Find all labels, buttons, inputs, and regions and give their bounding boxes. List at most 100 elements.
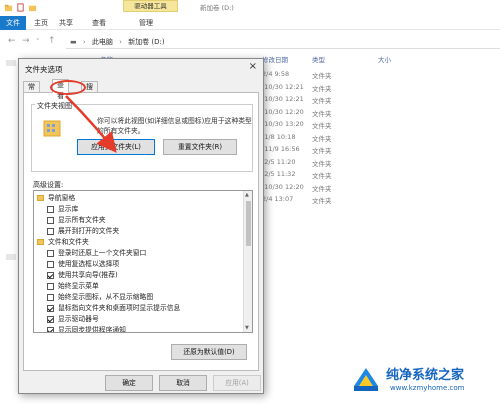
settings-option-label: 显示驱动器号 [58,315,99,323]
apply-button[interactable]: 应用(A) [213,375,261,391]
ribbon-tab-home[interactable]: 主页 [32,16,50,30]
column-type-header[interactable]: 类型 [312,54,325,66]
checkbox[interactable] [47,294,54,301]
file-row-type[interactable]: 文件夹 [312,145,332,155]
up-icon[interactable]: ↑ [48,36,56,46]
checkbox[interactable] [47,283,54,290]
address-input[interactable]: ▬ › 此电脑 › 新加卷 (D:) [66,35,500,49]
file-row-type[interactable]: 文件夹 [312,170,332,180]
file-row-date[interactable]: /2/5 11:32 [262,170,295,178]
settings-option-label: 鼠标指向文件夹和桌面项时显示提示信息 [58,304,181,312]
ribbon-tabs: 文件 主页 共享 查看 管理 [0,16,500,30]
file-row-type[interactable]: 文件夹 [312,108,332,118]
file-row-type[interactable]: 文件夹 [312,120,332,130]
forward-icon[interactable]: → [22,36,30,46]
watermark-title: 纯净系统之家 [386,368,465,383]
file-row-type[interactable]: 文件夹 [312,195,332,205]
settings-option-label: 导航窗格 [48,194,76,202]
file-row-type[interactable]: 文件夹 [312,158,332,168]
folder-view-description: 你可以将此视图(如详细信息或图标)应用于这种类型的所有文件夹。 [97,117,252,135]
scroll-up-icon[interactable]: ▲ [245,192,249,198]
folder-icon [4,4,13,12]
file-row-type[interactable]: 文件夹 [312,95,332,105]
folder-icon [37,195,44,201]
settings-option-label: 展开到打开的文件夹 [58,227,120,235]
checkbox[interactable] [47,228,54,235]
checkbox-checked[interactable] [47,316,54,323]
file-row-date[interactable]: 2/4 9:58 [262,70,289,78]
ok-button[interactable]: 确定 [105,375,153,391]
drive-icon: ▬ [70,38,77,46]
file-row-date[interactable]: /1/8 10:18 [262,133,295,141]
file-row-type[interactable]: 文件夹 [312,83,332,93]
file-row-date[interactable]: /11/9 16:56 [262,145,300,153]
file-row-date[interactable]: /2/5 11:20 [262,158,295,166]
breadcrumb-this-pc[interactable]: 此电脑 [92,38,113,46]
checkbox[interactable] [47,250,54,257]
file-row-date[interactable]: /10/30 12:21 [262,83,304,91]
ribbon-tab-manage[interactable]: 管理 [137,16,155,30]
settings-option-label: 显示库 [58,205,79,213]
checkbox[interactable] [47,217,54,224]
site-watermark: 纯净系统之家 www.kzmyhome.com [350,358,500,402]
crumb-separator: › [82,38,86,46]
tree-scrollbar[interactable]: ▲ ▼ [243,191,252,332]
settings-option-label: 文件和文件夹 [48,238,89,246]
watermark-url: www.kzmyhome.com [390,384,465,392]
folder-icon [37,239,44,245]
folder-view-group [31,104,253,172]
back-icon[interactable]: ← [8,36,16,46]
dialog-title: 文件夹选项 [25,65,63,74]
drive-tools-tab[interactable]: 驱动器工具 [123,0,178,12]
watermark-logo-icon [354,368,378,391]
checkbox-checked[interactable] [47,327,54,332]
settings-option-label: 始终显示菜单 [58,282,99,290]
column-date-header[interactable]: 修改日期 [262,54,288,66]
settings-option-label: 登录时还原上一个文件夹窗口 [58,249,147,257]
tab-highlight-circle [50,80,86,95]
reset-folders-button[interactable]: 重置文件夹(R) [163,139,237,155]
settings-option-label: 使用复选框以选择项 [58,260,120,268]
folder-options-dialog: 文件夹选项 × 常规 查看 搜索 文件夹视图 你可以将此视图(如详细信息或图标)… [18,58,264,394]
explorer-titlebar: 驱动器工具 新加卷 (D:) [0,0,500,16]
file-row-date[interactable]: /10/30 13:20 [262,120,304,128]
file-row-date[interactable]: /10/30 12:20 [262,108,304,116]
crumb-separator: › [119,38,122,46]
cancel-button[interactable]: 取消 [159,375,207,391]
column-size-header[interactable]: 大小 [378,54,391,66]
folder-view-label: 文件夹视图 [35,101,74,111]
recent-chevron-icon[interactable]: ˅ [36,38,40,46]
apply-to-folders-button[interactable]: 应用到文件夹(L) [77,139,155,155]
new-folder-icon[interactable] [28,3,37,12]
nav-item[interactable] [6,60,16,66]
nav-item[interactable] [6,254,16,260]
ribbon-tab-view[interactable]: 查看 [90,16,108,30]
settings-option-label: 显示所有文件夹 [58,216,106,224]
checkbox-checked[interactable] [47,305,54,312]
settings-option-label: 使用共享向导(推荐) [58,271,118,279]
advanced-settings-tree[interactable]: 导航窗格显示库显示所有文件夹展开到打开的文件夹文件和文件夹登录时还原上一个文件夹… [33,190,253,333]
restore-defaults-button[interactable]: 还原为默认值(D) [171,344,247,360]
ribbon-tab-file[interactable]: 文件 [0,16,26,30]
close-icon[interactable]: × [249,61,257,72]
advanced-settings-label: 高级设置: [33,181,64,189]
file-row-date[interactable]: /10/30 12:20 [262,183,304,191]
scroll-down-icon[interactable]: ▼ [245,325,249,331]
ribbon-tab-share[interactable]: 共享 [57,16,75,30]
scroll-thumb[interactable] [246,201,251,246]
file-row-type[interactable]: 文件夹 [312,70,332,80]
checkbox[interactable] [47,206,54,213]
breadcrumb-drive[interactable]: 新加卷 (D:) [128,38,164,46]
settings-option-label: 始终显示图标，从不显示缩略图 [58,293,154,301]
file-row-date[interactable]: 2/4 13:07 [262,195,293,203]
properties-icon[interactable] [16,3,25,12]
file-row-type[interactable]: 文件夹 [312,133,332,143]
checkbox[interactable] [47,261,54,268]
address-bar-row: ← → ˅ ↑ ▬ › 此电脑 › 新加卷 (D:) [0,31,500,53]
tab-general[interactable]: 常规 [23,81,40,102]
window-title: 新加卷 (D:) [200,4,234,12]
folder-view-icon [43,120,61,137]
checkbox-checked[interactable] [47,272,54,279]
file-row-type[interactable]: 文件夹 [312,183,332,193]
file-row-date[interactable]: /10/30 12:21 [262,95,304,103]
